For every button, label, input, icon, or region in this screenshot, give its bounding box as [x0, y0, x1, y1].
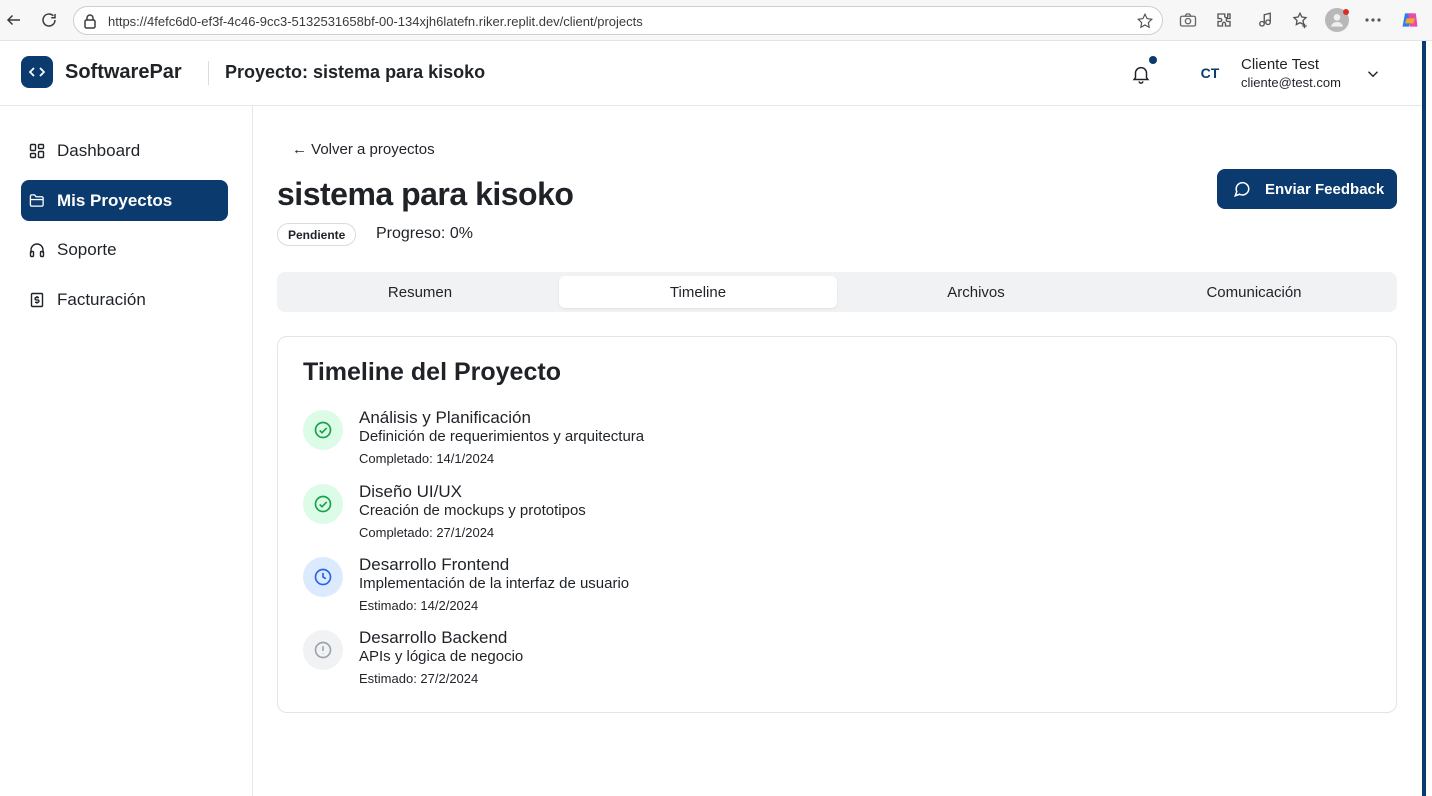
camera-icon[interactable] [1178, 10, 1198, 30]
header-divider [208, 61, 209, 85]
sidebar-item-dashboard[interactable]: Dashboard [21, 130, 228, 171]
sidebar-item-label: Soporte [57, 239, 117, 259]
back-arrow-icon[interactable] [3, 9, 25, 31]
extensions-icon[interactable] [1214, 10, 1234, 30]
app-header: SoftwarePar Proyecto: sistema para kisok… [0, 41, 1422, 106]
avatar[interactable]: CT [1196, 61, 1224, 85]
sidebar-item-label: Dashboard [57, 140, 141, 160]
chevron-down-icon[interactable] [1364, 65, 1382, 83]
timeline-item-name: Desarrollo Backend [359, 628, 508, 647]
sidebar: Dashboard Mis Proyectos Soporte Facturac… [0, 106, 253, 796]
header-title: Proyecto: sistema para kisoko [225, 62, 486, 82]
media-icon[interactable] [1255, 10, 1275, 30]
timeline-item: Análisis y Planificación Definición de r… [303, 408, 1003, 470]
tab-archivos[interactable]: Archivos [837, 276, 1115, 308]
lock-icon [83, 13, 97, 34]
tab-resumen[interactable]: Resumen [281, 276, 559, 308]
star-icon[interactable] [1136, 12, 1154, 35]
timeline-item-description: Definición de requerimientos y arquitect… [359, 428, 645, 445]
timeline-item-date: Estimado: 27/2/2024 [359, 671, 479, 686]
page-title: sistema para kisoko [277, 176, 574, 212]
message-circle-icon [1233, 180, 1251, 198]
back-to-projects-link[interactable]: ← Volver a proyectos [292, 141, 435, 158]
timeline-item-date: Estimado: 14/2/2024 [359, 598, 479, 613]
timeline-item: Desarrollo Backend APIs y lógica de nego… [303, 628, 1003, 690]
sidebar-item-label: Facturación [57, 289, 146, 309]
sidebar-item-support[interactable]: Soporte [21, 229, 228, 270]
timeline-item-name: Análisis y Planificación [359, 408, 531, 427]
timeline-item: Diseño UI/UX Creación de mockups y proto… [303, 482, 1003, 544]
headphones-icon [29, 242, 45, 258]
user-email[interactable]: cliente@test.com [1241, 75, 1341, 90]
brand-name[interactable]: SoftwarePar [65, 61, 182, 84]
clock-icon [303, 557, 343, 597]
check-circle-icon [303, 410, 343, 450]
reload-icon[interactable] [38, 9, 60, 31]
timeline-title: Timeline del Proyecto [303, 358, 561, 386]
bell-icon[interactable] [1130, 63, 1152, 85]
code-logo-icon[interactable] [21, 56, 53, 88]
alert-circle-icon [303, 630, 343, 670]
timeline-item-date: Completado: 14/1/2024 [359, 451, 495, 466]
timeline-item-name: Diseño UI/UX [359, 482, 462, 501]
notification-dot [1149, 56, 1157, 64]
timeline-item-name: Desarrollo Frontend [359, 555, 510, 574]
favorites-icon[interactable] [1290, 10, 1310, 30]
timeline-item-description: Implementación de la interfaz de usuario [359, 575, 630, 592]
dashboard-icon [29, 143, 45, 159]
address-bar[interactable]: https://4fefc6d0-ef3f-4c46-9cc3-51325316… [73, 6, 1163, 35]
send-feedback-button[interactable]: Enviar Feedback [1217, 169, 1397, 209]
progress-text: Progreso: 0% [376, 225, 473, 242]
check-circle-icon [303, 484, 343, 524]
sidebar-item-label: Mis Proyectos [57, 190, 173, 210]
scrollbar[interactable] [1422, 41, 1426, 796]
status-badge: Pendiente [277, 223, 357, 246]
profile-notification-dot [1343, 9, 1349, 15]
sidebar-item-billing[interactable]: Facturación [21, 279, 228, 320]
more-icon[interactable] [1363, 10, 1383, 30]
url-text: https://4fefc6d0-ef3f-4c46-9cc3-51325316… [108, 14, 643, 29]
send-feedback-label: Enviar Feedback [1265, 180, 1385, 198]
timeline-card: Timeline del Proyecto Análisis y Planifi… [277, 336, 1397, 713]
copilot-icon[interactable] [1400, 10, 1420, 30]
browser-toolbar: https://4fefc6d0-ef3f-4c46-9cc3-51325316… [0, 0, 1432, 41]
timeline-item-description: Creación de mockups y prototipos [359, 502, 586, 519]
invoice-icon [29, 292, 45, 308]
project-tabs: Resumen Timeline Archivos Comunicación [277, 272, 1397, 312]
timeline-item: Desarrollo Frontend Implementación de la… [303, 555, 1003, 617]
folder-icon [29, 193, 45, 209]
tab-comunicacion[interactable]: Comunicación [1115, 276, 1393, 308]
timeline-item-description: APIs y lógica de negocio [359, 648, 524, 665]
sidebar-item-projects[interactable]: Mis Proyectos [21, 180, 228, 221]
timeline-item-date: Completado: 27/1/2024 [359, 525, 495, 540]
tab-timeline[interactable]: Timeline [559, 276, 837, 308]
user-name[interactable]: Cliente Test [1241, 56, 1319, 73]
